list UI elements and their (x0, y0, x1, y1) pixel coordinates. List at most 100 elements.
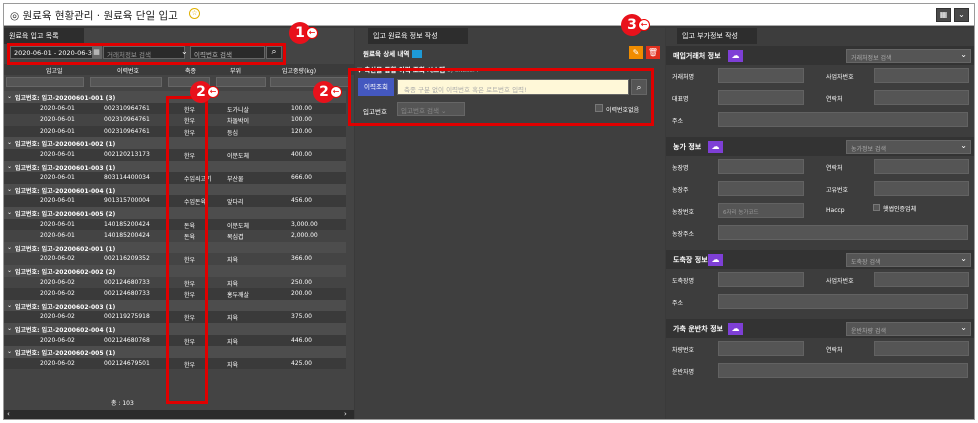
table-row[interactable]: 2020-06-01 140185200424 돈육 목심겹 2,000.00 (4, 230, 346, 242)
group-label: 입고번호: 입고-20200601-001 (3) (15, 95, 116, 102)
no-trace-checkbox[interactable] (595, 104, 603, 112)
table-row[interactable]: 2020-06-02 002119275918 한우 지육 375.00 (4, 311, 346, 323)
cell-trace: 140185200424 (104, 232, 150, 240)
table-row[interactable]: 2020-06-01 002310964761 한우 도가니살 100.00 (4, 102, 346, 115)
table-row[interactable]: 2020-06-01 002310964761 한우 등심 120.00 (4, 125, 346, 138)
haccp-checkbox[interactable] (873, 204, 880, 211)
section-search-select[interactable]: 도축장 검색 (846, 253, 971, 267)
section-search-select[interactable]: 운반차량 검색 (846, 322, 971, 336)
scroll-left-icon[interactable]: ‹ (7, 410, 10, 418)
total-count: 총 : 103 (111, 400, 134, 407)
field-label: Haccp (826, 207, 845, 214)
filter-trace[interactable] (90, 77, 162, 87)
cell-trace: 002124680733 (104, 278, 150, 286)
section-search-select[interactable]: 거래처정보 검색 (846, 49, 971, 63)
trace-number-input[interactable]: 축종 구분 없이 이력번호 혹은 로트번호 입력! (397, 79, 629, 95)
table-row[interactable]: 2020-06-02 002124680733 한우 홍두깨살 200.00 (4, 288, 346, 300)
table-row[interactable]: 2020-06-02 002116209352 한우 지육 366.00 (4, 253, 346, 265)
no-trace-label: 이력번호없음 (606, 107, 640, 114)
field-input[interactable] (874, 181, 969, 196)
expand-chevron-icon[interactable]: ⌄ (7, 186, 12, 193)
field-input[interactable] (874, 159, 969, 174)
section-search-select[interactable]: 농가정보 검색 (846, 140, 971, 154)
field-input[interactable] (718, 112, 968, 127)
field-input[interactable] (718, 341, 804, 356)
filter-part[interactable] (216, 77, 266, 87)
expand-chevron-icon[interactable]: ⌄ (7, 139, 12, 146)
favorite-icon[interactable]: ☆ (189, 8, 200, 19)
group-row[interactable]: ⌄ 입고번호: 입고-20200601-005 (2) (4, 207, 346, 219)
horizontal-scrollbar[interactable]: ‹ › (4, 410, 354, 419)
field-input[interactable] (874, 272, 969, 287)
search-icon[interactable]: ⌕ (631, 79, 647, 95)
group-row[interactable]: ⌄ 입고번호: 입고-20200601-003 (1) (4, 160, 346, 173)
inbound-no-select[interactable]: 입고번호 검색 ⌄ (397, 102, 465, 116)
field-label: 차량번호 (672, 347, 695, 354)
date-range-input[interactable]: 2020-06-01 - 2020-06-30 (10, 46, 102, 59)
field-label: 주소 (672, 300, 684, 307)
col-weight: 입고중량(kg) (282, 68, 317, 75)
cloud-download-icon[interactable]: ☁ (728, 50, 743, 62)
chevron-down-icon[interactable]: ⌄ (181, 47, 188, 56)
cloud-download-icon[interactable]: ☁ (728, 323, 743, 335)
col-date: 입고일 (46, 68, 63, 75)
cloud-download-icon[interactable]: ☁ (708, 141, 723, 153)
field-input[interactable] (718, 272, 804, 287)
group-row[interactable]: ⌄ 입고번호: 입고-20200602-005 (1) (4, 346, 346, 358)
group-row[interactable]: ⌄ 입고번호: 입고-20200602-002 (2) (4, 265, 346, 277)
table-row[interactable]: 2020-06-02 002124679501 한우 지육 425.00 (4, 357, 346, 370)
field-label: 운반자명 (672, 369, 695, 376)
cell-date: 2020-06-02 (40, 336, 75, 344)
expand-chevron-icon[interactable]: ⌄ (7, 348, 12, 355)
table-row[interactable]: 2020-06-01 140185200424 돈육 이분도체 3,000.00 (4, 218, 346, 231)
expand-chevron-icon[interactable]: ⌄ (7, 163, 12, 170)
excel-icon[interactable] (411, 50, 422, 58)
field-label: 사업자번호 (826, 278, 854, 285)
group-row[interactable]: ⌄ 입고번호: 입고-20200601-002 (1) (4, 137, 346, 149)
search-icon[interactable]: ⌕ (266, 46, 282, 59)
table-row[interactable]: 2020-06-02 002124680768 한우 지육 446.00 (4, 334, 346, 347)
cell-species: 수입쇠고기 (184, 176, 212, 184)
expand-chevron-icon[interactable]: ⌄ (7, 267, 12, 274)
trace-search-input[interactable]: 이력번호 검색 (190, 46, 265, 59)
table-row[interactable]: 2020-06-02 002124680733 한우 지육 250.00 (4, 277, 346, 289)
scroll-right-icon[interactable]: › (344, 410, 347, 418)
expand-chevron-icon[interactable]: ⌄ (7, 209, 12, 216)
dropdown-button[interactable]: ⌄ (954, 8, 969, 22)
field-input[interactable] (874, 90, 969, 105)
partner-search-input[interactable]: 거래처정보 검색 (103, 46, 185, 59)
table-row[interactable]: 2020-06-01 002310964761 한우 차돌박이 100.00 (4, 114, 346, 126)
additional-info-panel: 입고 부가정보 작성 매입거래처 정보☁거래처정보 검색거래처명사업자번호대표명… (666, 28, 974, 419)
title-bar: ◎ 원료육 현황관리 · 원료육 단일 입고 ☆ ▦ ⌄ (4, 4, 974, 26)
expand-chevron-icon[interactable]: ⌄ (7, 244, 12, 251)
expand-chevron-icon[interactable]: ⌄ (7, 325, 12, 332)
table-row[interactable]: 2020-06-01 002120213173 한우 이분도체 400.00 (4, 149, 346, 161)
field-input[interactable] (718, 363, 968, 378)
group-row[interactable]: ⌄ 입고번호: 입고-20200601-004 (1) (4, 183, 346, 196)
field-input[interactable]: 6자리 농가코드 (718, 203, 804, 218)
field-input[interactable] (718, 90, 804, 105)
group-row[interactable]: ⌄ 입고번호: 입고-20200602-004 (1) (4, 323, 346, 335)
field-input[interactable] (874, 68, 969, 83)
table-row[interactable]: 2020-06-01 901315700004 수입돈육 앞다리 456.00 (4, 195, 346, 207)
field-input[interactable] (718, 294, 968, 309)
group-row[interactable]: ⌄ 입고번호: 입고-20200602-001 (1) (4, 241, 346, 254)
field-input[interactable] (718, 159, 804, 174)
expand-chevron-icon[interactable]: ⌄ (7, 93, 12, 100)
filter-date[interactable] (6, 77, 84, 87)
delete-icon[interactable]: 🗑 (646, 46, 660, 59)
field-input[interactable] (718, 225, 968, 240)
expand-chevron-icon[interactable]: ⌄ (7, 302, 12, 309)
field-input[interactable] (874, 341, 969, 356)
field-input[interactable] (718, 181, 804, 196)
edit-icon[interactable]: ✎ (629, 46, 643, 59)
table-row[interactable]: 2020-06-01 803114400034 수입쇠고기 부산물 666.00 (4, 172, 346, 184)
cell-species: 한우 (184, 315, 196, 323)
calendar-icon[interactable]: ▦ (92, 47, 101, 58)
grid-menu-button[interactable]: ▦ (936, 8, 951, 22)
cloud-download-icon[interactable]: ☁ (708, 254, 723, 266)
trace-lookup-button[interactable]: 이력조회 (358, 78, 394, 96)
field-input[interactable] (718, 68, 804, 83)
group-row[interactable]: ⌄ 입고번호: 입고-20200602-003 (1) (4, 299, 346, 312)
group-row[interactable]: ⌄ 입고번호: 입고-20200601-001 (3) (4, 91, 346, 103)
